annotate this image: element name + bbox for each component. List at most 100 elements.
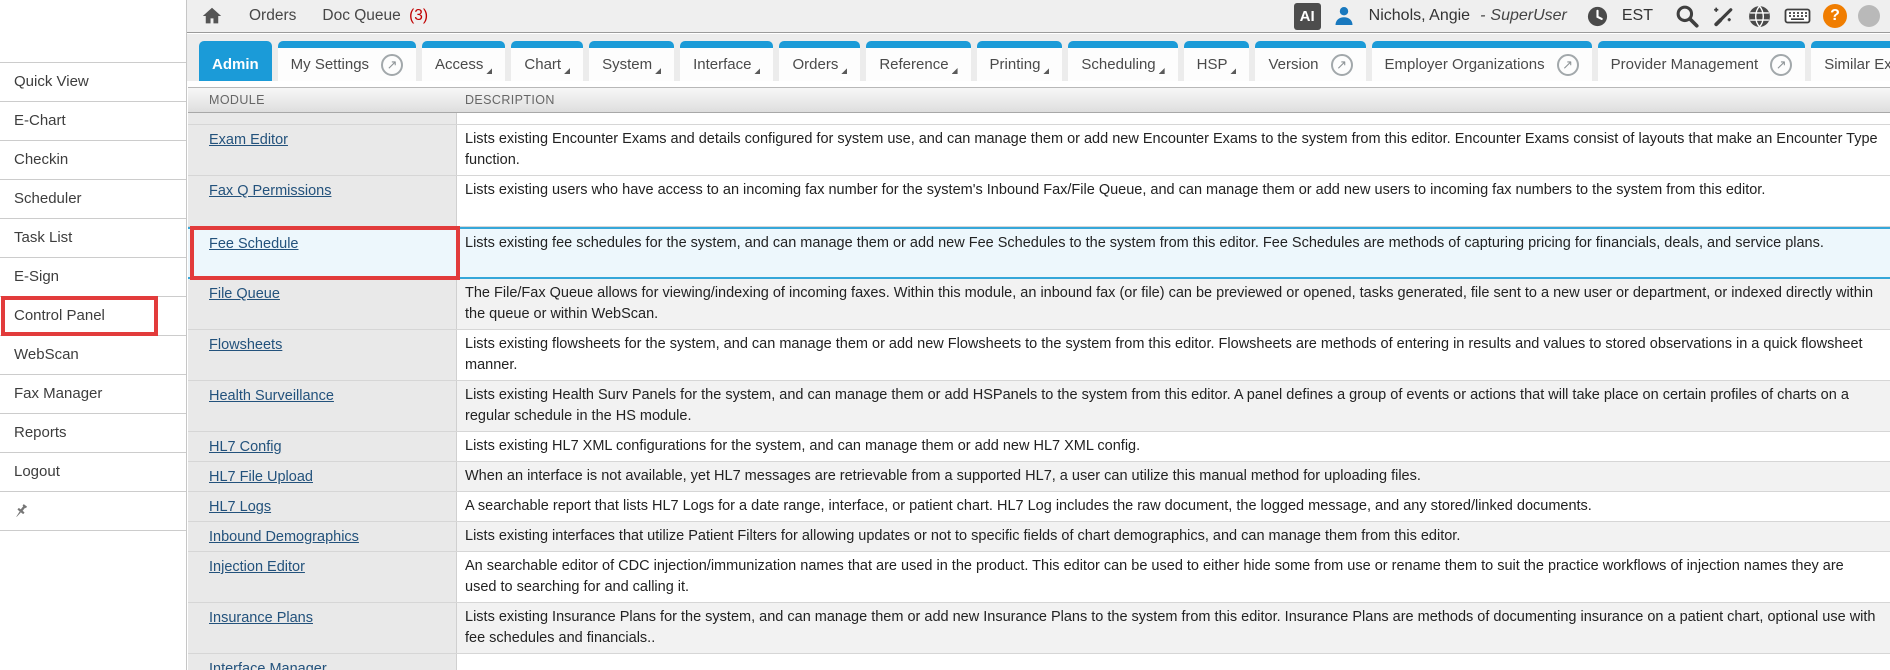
user-menu[interactable]: Nichols, Angie - SuperUser bbox=[1367, 7, 1567, 25]
tab-hsp[interactable]: HSP bbox=[1184, 41, 1250, 81]
description-cell bbox=[457, 654, 1890, 670]
module-link-hl7-logs[interactable]: HL7 Logs bbox=[209, 499, 271, 515]
tab-label: Admin bbox=[212, 56, 259, 73]
sidebar-item-e-chart[interactable]: E-Chart bbox=[0, 102, 186, 141]
breadcrumb-doc-queue[interactable]: Doc Queue (3) bbox=[322, 7, 428, 25]
globe-icon[interactable] bbox=[1747, 4, 1772, 29]
open-new-tab-icon[interactable]: ↗ bbox=[381, 54, 403, 76]
module-cell: Insurance Plans bbox=[188, 603, 457, 653]
sidebar-item-logout[interactable]: Logout bbox=[0, 453, 186, 492]
open-new-tab-icon[interactable]: ↗ bbox=[1770, 54, 1792, 76]
module-link-hl7-file-upload[interactable]: HL7 File Upload bbox=[209, 469, 313, 485]
table-row-file-queue: File Queue The File/Fax Queue allows for… bbox=[188, 279, 1890, 330]
table-row-health-surveillance: Health Surveillance Lists existing Healt… bbox=[188, 381, 1890, 432]
sidebar: Quick View E-Chart Checkin Scheduler Tas… bbox=[0, 0, 187, 670]
user-name: Nichols, Angie bbox=[1369, 7, 1470, 25]
table-row-hl7-file-upload: HL7 File Upload When an interface is not… bbox=[188, 462, 1890, 492]
open-new-tab-icon[interactable]: ↗ bbox=[1557, 54, 1579, 76]
table-header: MODULE DESCRIPTION bbox=[188, 87, 1890, 113]
keyboard-icon[interactable] bbox=[1783, 4, 1812, 28]
table-row-flowsheets: Flowsheets Lists existing flowsheets for… bbox=[188, 330, 1890, 381]
module-link-insurance-plans[interactable]: Insurance Plans bbox=[209, 610, 313, 626]
module-link-fee-schedule[interactable]: Fee Schedule bbox=[209, 236, 298, 252]
open-new-tab-icon[interactable]: ↗ bbox=[1331, 54, 1353, 76]
tab-label: Reference bbox=[879, 56, 948, 73]
sidebar-item-quick-view[interactable]: Quick View bbox=[0, 63, 186, 102]
module-cell: Inbound Demographics bbox=[188, 522, 457, 551]
module-link-interface-manager[interactable]: Interface Manager bbox=[209, 661, 327, 670]
module-link-inbound-demographics[interactable]: Inbound Demographics bbox=[209, 529, 359, 545]
sidebar-item-fax-manager[interactable]: Fax Manager bbox=[0, 375, 186, 414]
sidebar-item-label: E-Chart bbox=[14, 112, 66, 129]
ai-badge: AI bbox=[1294, 3, 1321, 30]
home-icon[interactable] bbox=[201, 5, 223, 27]
breadcrumb-orders[interactable]: Orders bbox=[249, 7, 296, 25]
sidebar-item-control-panel[interactable]: Control Panel bbox=[0, 297, 186, 336]
sidebar-item-scheduler[interactable]: Scheduler bbox=[0, 180, 186, 219]
module-link-hl7-config[interactable]: HL7 Config bbox=[209, 439, 282, 455]
module-cell: Interface Manager bbox=[188, 654, 457, 670]
sidebar-item-task-list[interactable]: Task List bbox=[0, 219, 186, 258]
description-cell bbox=[457, 113, 1890, 124]
description-cell: A searchable report that lists HL7 Logs … bbox=[457, 492, 1890, 521]
sidebar-item-checkin[interactable]: Checkin bbox=[0, 141, 186, 180]
tab-label: Provider Management bbox=[1611, 56, 1759, 73]
tab-provider-management[interactable]: Provider Management ↗ bbox=[1598, 41, 1806, 81]
tab-interface[interactable]: Interface bbox=[680, 41, 773, 81]
sidebar-item-label: Quick View bbox=[14, 73, 89, 90]
sidebar-item-label: Fax Manager bbox=[14, 385, 102, 402]
table-row-interface-manager: Interface Manager bbox=[188, 654, 1890, 670]
module-cell: Exam Editor bbox=[188, 125, 457, 175]
sidebar-item-label: Control Panel bbox=[14, 307, 105, 324]
tab-label: Version bbox=[1268, 56, 1318, 73]
sidebar-item-reports[interactable]: Reports bbox=[0, 414, 186, 453]
sidebar-item-label: WebScan bbox=[14, 346, 79, 363]
tab-menu-tick-icon bbox=[1159, 68, 1165, 74]
sidebar-item-e-sign[interactable]: E-Sign bbox=[0, 258, 186, 297]
table-row-inbound-demographics: Inbound Demographics Lists existing inte… bbox=[188, 522, 1890, 552]
tab-label: Orders bbox=[792, 56, 838, 73]
sidebar-item-label: Reports bbox=[14, 424, 67, 441]
tab-similar-exposure-groups[interactable]: Similar Exposure Groups (SEGs)↗ bbox=[1811, 41, 1890, 81]
sidebar-pin-button[interactable] bbox=[0, 492, 186, 531]
module-link-fax-q-permissions[interactable]: Fax Q Permissions bbox=[209, 183, 331, 199]
wand-icon[interactable] bbox=[1711, 4, 1736, 29]
table-row-injection-editor: Injection Editor An searchable editor of… bbox=[188, 552, 1890, 603]
module-link-exam-editor[interactable]: Exam Editor bbox=[209, 132, 288, 148]
tab-my-settings[interactable]: My Settings↗ bbox=[278, 41, 416, 81]
tab-reference[interactable]: Reference bbox=[866, 41, 970, 81]
tab-chart[interactable]: Chart bbox=[511, 41, 583, 81]
tab-menu-tick-icon bbox=[655, 68, 661, 74]
help-icon[interactable]: ? bbox=[1823, 4, 1847, 28]
table-row-hl7-logs: HL7 Logs A searchable report that lists … bbox=[188, 492, 1890, 522]
tab-employer-organizations[interactable]: Employer Organizations↗ bbox=[1372, 41, 1592, 81]
description-cell: Lists existing Insurance Plans for the s… bbox=[457, 603, 1890, 653]
tab-admin[interactable]: Admin bbox=[199, 41, 272, 81]
sidebar-item-webscan[interactable]: WebScan bbox=[0, 336, 186, 375]
module-cell: Injection Editor bbox=[188, 552, 457, 602]
status-circle bbox=[1858, 5, 1880, 27]
module-link-health-surveillance[interactable]: Health Surveillance bbox=[209, 388, 334, 404]
table-row-partial bbox=[188, 113, 1890, 125]
tab-scheduling[interactable]: Scheduling bbox=[1068, 41, 1177, 81]
sidebar-item-label: Logout bbox=[14, 463, 60, 480]
tab-version[interactable]: Version ↗ bbox=[1255, 41, 1365, 81]
module-link-flowsheets[interactable]: Flowsheets bbox=[209, 337, 282, 353]
tab-menu-tick-icon bbox=[1043, 68, 1049, 74]
module-link-file-queue[interactable]: File Queue bbox=[209, 286, 280, 302]
description-cell: Lists existing HL7 XML configurations fo… bbox=[457, 432, 1890, 461]
search-icon[interactable] bbox=[1674, 3, 1700, 29]
breadcrumb-label: Orders bbox=[249, 7, 296, 24]
tab-label: System bbox=[602, 56, 652, 73]
tab-access[interactable]: Access bbox=[422, 41, 505, 81]
tab-orders[interactable]: Orders bbox=[779, 41, 860, 81]
module-link-injection-editor[interactable]: Injection Editor bbox=[209, 559, 305, 575]
tab-printing[interactable]: Printing bbox=[977, 41, 1063, 81]
tab-system[interactable]: System bbox=[589, 41, 674, 81]
module-cell: Fax Q Permissions bbox=[188, 176, 457, 226]
tab-label: HSP bbox=[1197, 56, 1228, 73]
tab-menu-tick-icon bbox=[1230, 68, 1236, 74]
module-cell: HL7 Config bbox=[188, 432, 457, 461]
tab-menu-tick-icon bbox=[564, 68, 570, 74]
description-cell: Lists existing interfaces that utilize P… bbox=[457, 522, 1890, 551]
